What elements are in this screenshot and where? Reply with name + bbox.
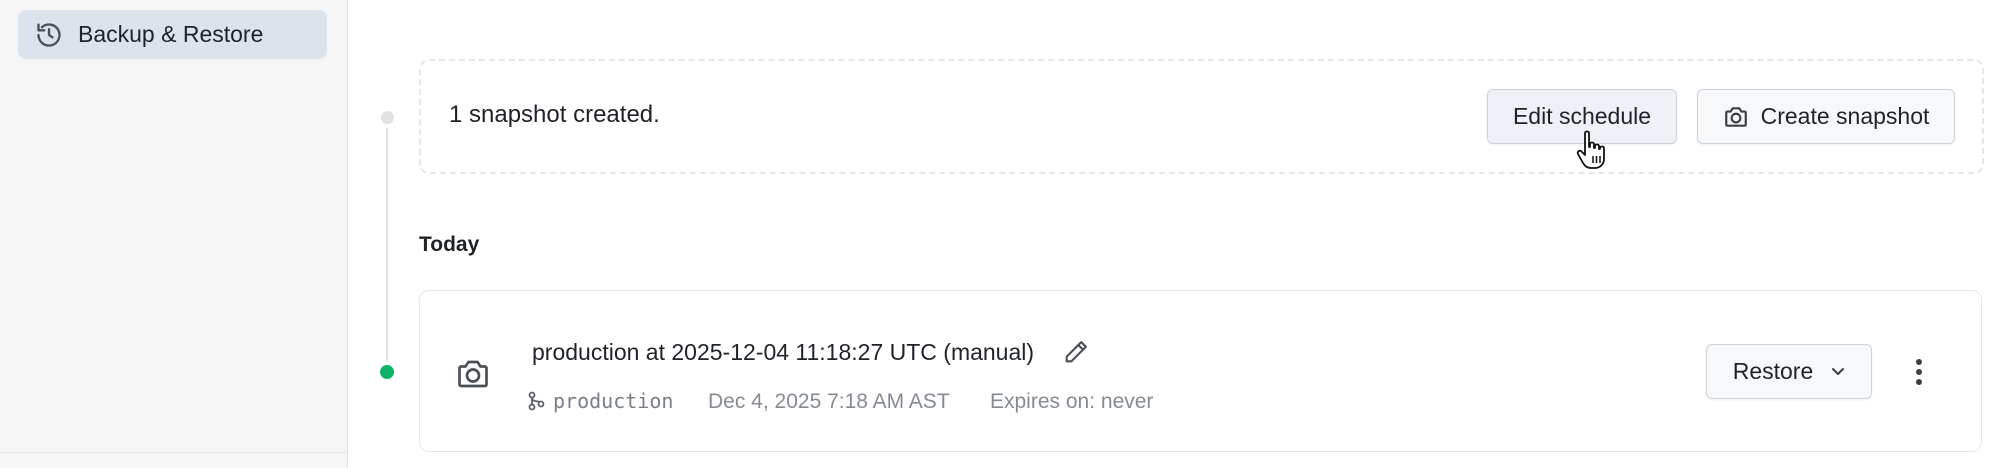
- snapshot-expires: Expires on: never: [990, 390, 1154, 413]
- pencil-icon[interactable]: [1062, 338, 1090, 366]
- sidebar: Backup & Restore: [0, 0, 348, 468]
- chevron-down-icon: [1831, 367, 1845, 377]
- sidebar-item-label: Backup & Restore: [78, 21, 264, 47]
- history-icon: [34, 20, 64, 50]
- create-snapshot-button[interactable]: Create snapshot: [1697, 89, 1955, 144]
- restore-label: Restore: [1732, 358, 1814, 384]
- section-heading-today: Today: [419, 233, 480, 256]
- timeline-dot-summary: [376, 106, 398, 128]
- branch-icon: [527, 391, 545, 411]
- snapshot-title: production at 2025-12-04 11:18:27 UTC (m…: [532, 339, 1035, 365]
- sidebar-divider: [0, 452, 348, 453]
- timeline-line: [386, 117, 388, 372]
- timeline-dot-snapshot: [376, 361, 398, 383]
- hand-cursor-icon: [1576, 130, 1606, 170]
- camera-icon: [455, 356, 491, 392]
- camera-icon: [1723, 103, 1751, 131]
- more-options-icon[interactable]: [1905, 356, 1933, 388]
- create-snapshot-label: Create snapshot: [1760, 103, 1930, 129]
- restore-button[interactable]: Restore: [1706, 344, 1872, 399]
- snapshot-branch: production: [553, 389, 674, 413]
- sidebar-item-backup-restore[interactable]: Backup & Restore: [18, 10, 327, 59]
- summary-text: 1 snapshot created.: [449, 101, 660, 128]
- edit-schedule-label: Edit schedule: [1512, 103, 1652, 129]
- snapshot-date: Dec 4, 2025 7:18 AM AST: [708, 390, 950, 413]
